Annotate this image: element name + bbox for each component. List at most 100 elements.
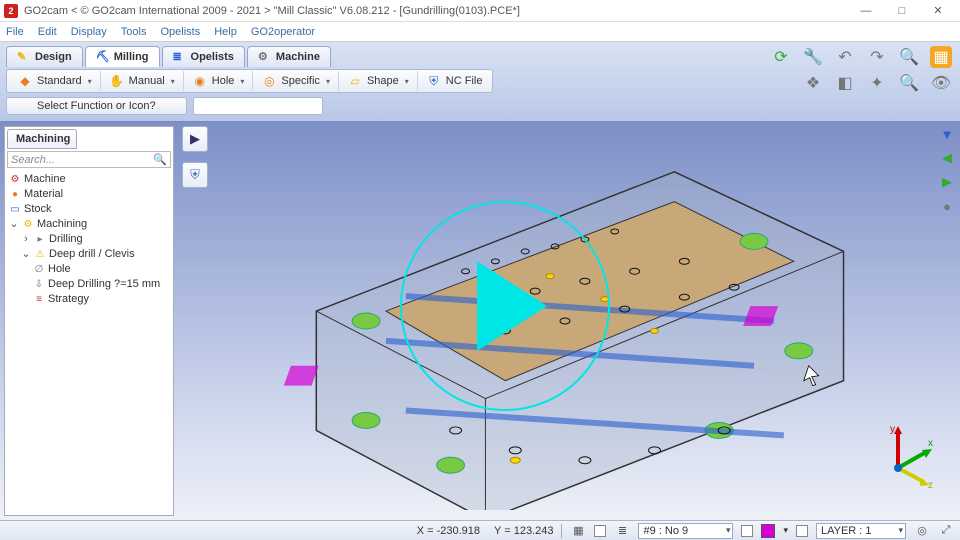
sub-standard[interactable]: ◆Standard▾ [9,71,101,91]
tree-item-hole[interactable]: ∅Hole [9,262,169,277]
machine-icon: ⚙ [258,50,272,64]
search-placeholder: Search... [11,154,55,166]
tab-milling[interactable]: ⛏ Milling [85,46,160,67]
sub-label: Hole [212,75,235,87]
search-input[interactable]: Search... 🔍 [7,151,171,168]
checkbox-3[interactable] [796,525,808,537]
tab-label: Machine [276,51,320,63]
tree-item-deepdrill[interactable]: ⌄⚠Deep drill / Clevis [9,247,169,262]
tab-label: Design [35,51,72,63]
operation-tree: ⚙Machine ●Material ▭Stock ⌄⚙Machining ›▸… [5,170,173,515]
menu-edit[interactable]: Edit [38,26,57,38]
grid-icon[interactable]: ▦ [570,523,586,539]
refresh-icon[interactable]: ⟳ [770,46,792,68]
redo-icon[interactable]: ↷ [866,46,888,68]
stock-icon: ▭ [9,204,21,216]
expand-icon[interactable]: ⤢ [938,523,954,539]
titlebar: 2 GO2cam < © GO2cam International 2009 -… [0,0,960,22]
top-right-icons-row2: ❖ ◧ ✦ 🔍 👁 [802,72,952,94]
window-controls: — □ ✕ [848,0,956,22]
combo-layer[interactable]: LAYER : 1 [816,523,906,539]
sub-label: Manual [129,75,165,87]
chevron-down-icon: ▾ [405,77,409,86]
warning-icon: ⚠ [34,249,46,261]
tree-item-material[interactable]: ●Material [9,187,169,202]
tree-item-machining[interactable]: ⌄⚙Machining [9,217,169,232]
separator [561,524,562,538]
sub-hole[interactable]: ◉Hole▾ [184,71,254,91]
mill-icon: ⛏ [96,50,110,64]
undo-icon[interactable]: ↶ [834,46,856,68]
checkbox-1[interactable] [594,525,606,537]
specific-icon: ◎ [261,73,277,89]
right-arrow-icon[interactable]: ▶ [937,172,957,192]
shield-icon: ⛨ [426,73,442,89]
eraser-icon[interactable]: ◧ [834,72,856,94]
sub-shape[interactable]: ▱Shape▾ [339,71,418,91]
menubar: File Edit Display Tools Opelists Help GO… [0,22,960,42]
tree-item-strategy[interactable]: ≡Strategy [9,292,169,307]
machine-icon: ⚙ [9,174,21,186]
chevron-down-icon: ▾ [326,77,330,86]
maximize-button[interactable]: □ [884,0,920,22]
chevron-down-icon: ▾ [88,77,92,86]
window-title: GO2cam < © GO2cam International 2009 - 2… [24,5,848,17]
filter-icon[interactable]: ▼ [937,124,957,144]
menu-opelists[interactable]: Opelists [160,26,200,38]
pencil-icon: ✎ [17,50,31,64]
strategy-icon: ≡ [33,294,45,306]
ghost-icon[interactable]: ❖ [802,72,824,94]
menu-file[interactable]: File [6,26,24,38]
material-icon: ● [9,189,21,201]
expander-icon[interactable]: ⌄ [21,247,31,262]
sub-label: Specific [281,75,320,87]
video-play-overlay[interactable] [400,201,610,411]
play-small-button[interactable]: ▶ [182,126,208,152]
sub-specific[interactable]: ◎ Specific ▾ [253,71,339,91]
target-icon[interactable]: ◎ [914,523,930,539]
tab-opelists[interactable]: ≣ Opelists [162,46,245,67]
sub-toolbar: ◆Standard▾ ✋Manual▾ ◉Hole▾ ◎Specific▾ ▱S… [6,69,493,93]
prompt-row: Select Function or Icon? [6,97,954,115]
combo-object[interactable]: #9 : No 9 [638,523,733,539]
prompt-label: Select Function or Icon? [6,97,187,115]
tree-item-drilling[interactable]: ›▸Drilling [9,232,169,247]
statusbar: X = -230.918 Y = 123.243 ▦ ≣ #9 : No 9 ▾… [0,520,960,540]
sphere-icon[interactable]: ● [937,196,957,216]
tree-item-stock[interactable]: ▭Stock [9,202,169,217]
chevron-down-icon[interactable]: ▾ [783,525,788,536]
zoom2-icon[interactable]: 🔍 [898,72,920,94]
menu-display[interactable]: Display [71,26,107,38]
menu-help[interactable]: Help [214,26,237,38]
sub-ncfile[interactable]: ⛨ NC File [418,71,491,91]
chevron-down-icon: ▾ [171,77,175,86]
eye-icon[interactable]: 👁 [930,72,952,94]
wrench-icon[interactable]: 🔧 [802,46,824,68]
tab-machine[interactable]: ⚙ Machine [247,46,331,67]
color-swatch[interactable] [761,524,775,538]
highlight-icon[interactable]: ✦ [866,72,888,94]
close-button[interactable]: ✕ [920,0,956,22]
sub-manual[interactable]: ✋Manual▾ [101,71,184,91]
layers-icon[interactable]: ≣ [614,523,630,539]
zoom-icon[interactable]: 🔍 [898,46,920,68]
axis-gizmo[interactable]: y x z [870,420,940,490]
tree-item-deepdrilling[interactable]: ⇩Deep Drilling ?=15 mm [9,277,169,292]
menu-tools[interactable]: Tools [121,26,147,38]
shield-button[interactable]: ⛨ [182,162,208,188]
sub-label: NC File [446,75,483,87]
coord-x: X = -230.918 [417,525,480,537]
menu-go2operator[interactable]: GO2operator [251,26,315,38]
chevron-down-icon: ▾ [240,77,244,86]
left-arrow-icon[interactable]: ◀ [937,148,957,168]
expander-icon[interactable]: › [21,232,31,247]
minimize-button[interactable]: — [848,0,884,22]
checkbox-2[interactable] [741,525,753,537]
hole-icon: ∅ [33,264,45,276]
side-tab-machining[interactable]: Machining [7,129,77,149]
expander-icon[interactable]: ⌄ [9,217,19,232]
prompt-input[interactable] [193,97,323,115]
tab-design[interactable]: ✎ Design [6,46,83,67]
tree-item-machine[interactable]: ⚙Machine [9,172,169,187]
box-icon[interactable]: ▦ [930,46,952,68]
